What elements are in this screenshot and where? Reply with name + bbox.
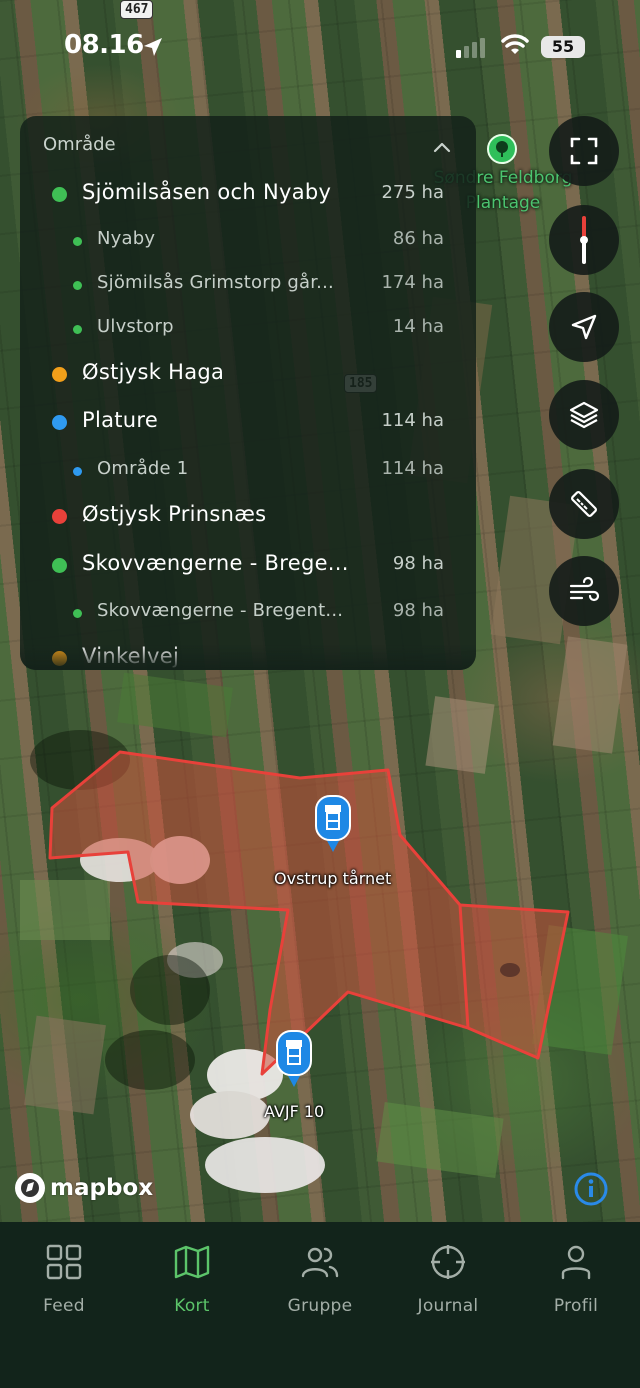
area-size: 114 ha	[381, 458, 444, 479]
tab-journal[interactable]: Journal	[384, 1242, 512, 1332]
layers-icon	[569, 401, 599, 429]
tower-icon	[276, 1030, 312, 1087]
area-name: Plature	[82, 408, 159, 432]
area-item[interactable]: Østjysk Prinsnæs	[20, 494, 476, 538]
info-icon[interactable]	[574, 1172, 608, 1206]
area-item[interactable]: Østjysk Haga	[20, 352, 476, 396]
area-color-dot	[52, 558, 67, 573]
area-color-dot	[73, 237, 82, 246]
area-color-dot	[73, 325, 82, 334]
area-name: Østjysk Prinsnæs	[82, 502, 267, 526]
location-arrow-icon	[571, 314, 597, 340]
tab-label: Feed	[43, 1296, 85, 1316]
area-color-dot	[52, 367, 67, 382]
layers-button[interactable]	[549, 380, 619, 450]
crosshair-icon	[431, 1245, 465, 1279]
scroll-fade	[20, 644, 476, 670]
area-size: 114 ha	[381, 410, 444, 431]
ruler-icon	[571, 491, 597, 517]
area-color-dot	[73, 281, 82, 290]
tab-label: Gruppe	[287, 1296, 353, 1316]
measure-button[interactable]	[549, 469, 619, 539]
person-icon	[561, 1245, 591, 1280]
area-name: Skovvængerne - Bregent...	[97, 600, 344, 621]
marker-label: AVJF 10	[264, 1102, 325, 1121]
area-size: 14 ha	[392, 316, 444, 337]
tab-label: Kort	[174, 1296, 210, 1316]
sub-area-item[interactable]: Ulvstorp 14 ha	[20, 306, 476, 350]
area-size: 86 ha	[392, 228, 444, 249]
marker-label: Ovstrup tårnet	[274, 869, 392, 888]
cellular-signal-icon	[456, 38, 485, 58]
area-size: 174 ha	[381, 272, 444, 293]
map-icon	[174, 1245, 210, 1279]
fullscreen-icon	[570, 137, 598, 165]
area-list-panel[interactable]: Område Sjömilsåsen och Nyaby 275 ha Nyaby 8…	[20, 116, 476, 670]
tab-label: Profil	[553, 1296, 599, 1316]
tower-icon	[315, 795, 351, 852]
area-color-dot	[73, 467, 82, 476]
sub-area-item[interactable]: Område 1 114 ha	[20, 448, 476, 492]
area-name: Østjysk Haga	[82, 360, 225, 384]
area-name: Skovvængerne - Brege...	[82, 551, 349, 575]
bottom-tab-bar: Feed Kort Gruppe Journal Profil	[0, 1222, 640, 1388]
mapbox-wordmark: mapbox	[50, 1175, 154, 1201]
mapbox-icon	[15, 1173, 45, 1203]
sub-area-item[interactable]: Skovvængerne - Bregent... 98 ha	[20, 590, 476, 634]
area-size: 98 ha	[392, 600, 444, 621]
tower-marker[interactable]	[315, 795, 351, 857]
area-item[interactable]: Skovvængerne - Brege... 98 ha	[20, 543, 476, 587]
my-location-button[interactable]	[549, 292, 619, 362]
tab-feed[interactable]: Feed	[0, 1242, 128, 1332]
chevron-up-icon[interactable]	[430, 136, 454, 160]
tree-icon[interactable]	[487, 134, 517, 164]
tab-profil[interactable]: Profil	[512, 1242, 640, 1332]
area-item[interactable]: Sjömilsåsen och Nyaby 275 ha	[20, 172, 476, 216]
wind-button[interactable]	[549, 556, 619, 626]
area-color-dot	[73, 609, 82, 618]
fullscreen-button[interactable]	[549, 116, 619, 186]
group-icon	[301, 1247, 339, 1278]
compass-icon	[580, 216, 588, 264]
tab-gruppe[interactable]: Gruppe	[256, 1242, 384, 1332]
area-name: Ulvstorp	[97, 316, 174, 337]
battery-indicator: 55	[541, 36, 585, 58]
area-name: Område 1	[97, 458, 189, 479]
mapbox-logo[interactable]: mapbox	[14, 1172, 153, 1204]
sub-area-item[interactable]: Sjömilsås Grimstorp går... 174 ha	[20, 262, 476, 306]
grid-icon	[46, 1244, 82, 1280]
area-size: 275 ha	[381, 182, 444, 203]
area-color-dot	[52, 509, 67, 524]
wind-icon	[569, 576, 600, 602]
status-time: 08.16	[64, 30, 144, 60]
tower-marker[interactable]	[276, 1030, 312, 1092]
sub-area-item[interactable]: Nyaby 86 ha	[20, 218, 476, 262]
location-services-icon	[144, 38, 162, 56]
area-color-dot	[52, 415, 67, 430]
area-name: Sjömilsåsen och Nyaby	[82, 180, 332, 204]
area-name: Sjömilsås Grimstorp går...	[97, 272, 334, 293]
area-size: 98 ha	[392, 553, 444, 574]
panel-title: Område	[43, 134, 116, 155]
wifi-icon	[501, 34, 529, 54]
tab-label: Journal	[417, 1296, 479, 1316]
area-item[interactable]: Plature 114 ha	[20, 400, 476, 444]
compass-button[interactable]	[549, 205, 619, 275]
road-shield: 467	[120, 0, 154, 19]
area-name: Nyaby	[97, 228, 156, 249]
tab-kort[interactable]: Kort	[128, 1242, 256, 1332]
area-color-dot	[52, 187, 67, 202]
